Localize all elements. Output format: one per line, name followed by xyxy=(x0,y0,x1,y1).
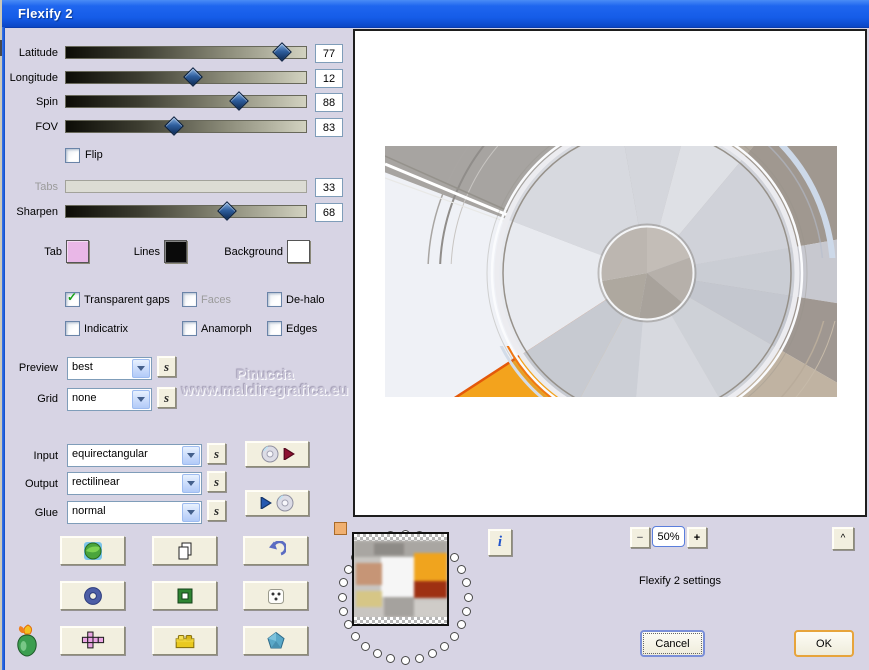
preset-dot[interactable] xyxy=(339,606,349,616)
preset-dot[interactable] xyxy=(457,565,467,575)
preset-dot[interactable] xyxy=(361,641,371,651)
navigator-thumbnail[interactable] xyxy=(352,532,449,626)
transparency-checker-top xyxy=(354,534,447,541)
preset-dot[interactable] xyxy=(457,619,467,629)
preset-dot[interactable] xyxy=(386,653,396,663)
preset-dot[interactable] xyxy=(449,553,459,563)
info-icon: i xyxy=(497,534,503,550)
preset-current-marker[interactable] xyxy=(334,522,347,535)
preset-dot[interactable] xyxy=(449,631,459,641)
preset-dot[interactable] xyxy=(463,592,473,602)
preset-dot[interactable] xyxy=(461,578,471,588)
info-button[interactable]: i xyxy=(488,529,512,556)
preset-dot[interactable] xyxy=(461,606,471,616)
flexify-dialog: Flexify 2 Latitude 77 Longitude 12 Spin … xyxy=(0,0,869,670)
preset-dot[interactable] xyxy=(414,653,424,663)
preset-dot[interactable] xyxy=(339,578,349,588)
preset-dot[interactable] xyxy=(400,655,410,665)
preset-dot[interactable] xyxy=(373,649,383,659)
preset-dot[interactable] xyxy=(337,592,347,602)
preset-dot[interactable] xyxy=(439,641,449,651)
transparency-checker-bottom xyxy=(354,617,447,624)
preset-dot[interactable] xyxy=(351,631,361,641)
thumbnail-art xyxy=(354,541,447,617)
preset-dot[interactable] xyxy=(427,649,437,659)
